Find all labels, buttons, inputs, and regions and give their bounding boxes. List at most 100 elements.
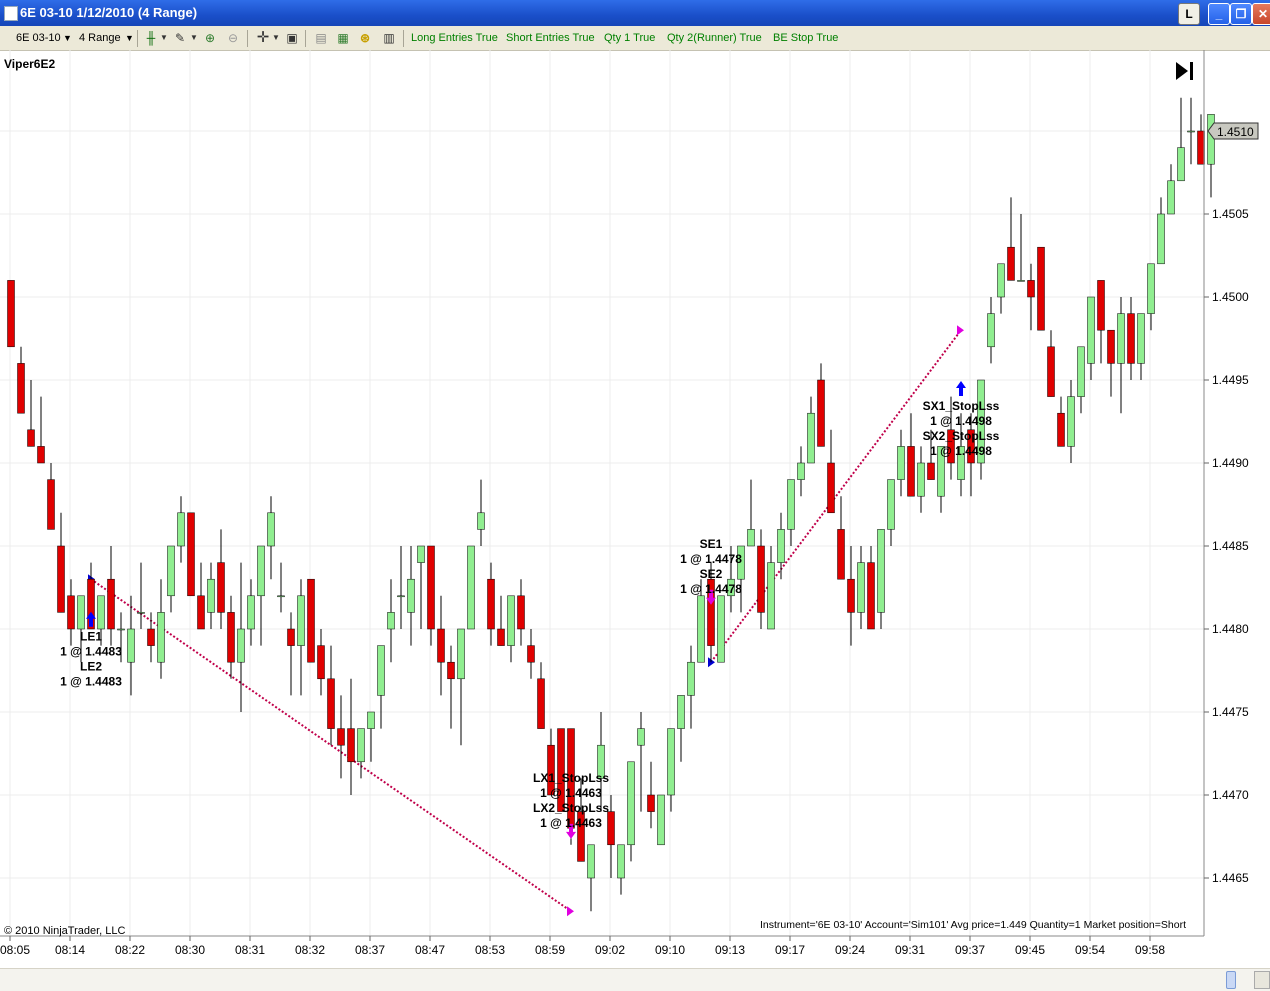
candle-body[interactable] <box>847 578 855 613</box>
candle-body[interactable] <box>927 462 935 480</box>
candle-body[interactable] <box>647 794 655 812</box>
candle-body[interactable] <box>807 412 815 464</box>
candle-body[interactable] <box>497 628 505 646</box>
candle-body[interactable] <box>447 661 455 680</box>
candle-body[interactable] <box>417 545 425 563</box>
candle-body[interactable] <box>677 695 685 729</box>
candle-body[interactable] <box>797 462 805 480</box>
candle-body[interactable] <box>877 529 885 613</box>
candle-body[interactable] <box>1027 280 1035 298</box>
candle-body[interactable] <box>1067 396 1075 447</box>
candle-body[interactable] <box>377 645 385 696</box>
candle-body[interactable] <box>387 612 395 630</box>
candle-body[interactable] <box>777 529 785 563</box>
chevron-down-icon[interactable]: ▼ <box>63 30 72 46</box>
chevron-down-icon[interactable]: ▼ <box>125 30 134 46</box>
zoom-in-icon[interactable]: ⊕ <box>202 30 218 46</box>
candle-body[interactable] <box>17 363 25 414</box>
minimize-button[interactable]: _ <box>1208 3 1230 25</box>
strategies-icon[interactable]: ⊛ <box>357 30 373 46</box>
param-be-stop[interactable]: BE Stop True <box>773 30 838 46</box>
candle-body[interactable] <box>157 612 165 663</box>
price-chart[interactable]: LE11 @ 1.4483LE21 @ 1.4483LX1_StopLss1 @… <box>0 50 1270 968</box>
chevron-down-icon[interactable]: ▼ <box>156 30 172 46</box>
candle-body[interactable] <box>907 446 915 497</box>
candle-body[interactable] <box>857 562 865 613</box>
candle-body[interactable] <box>757 545 765 613</box>
candle-body[interactable] <box>997 263 1005 298</box>
candle-body[interactable] <box>287 628 295 646</box>
candle-body[interactable] <box>617 844 625 879</box>
candle-body[interactable] <box>467 545 475 630</box>
candle-body[interactable] <box>177 512 185 547</box>
indicators-icon[interactable]: ▦ <box>335 30 351 46</box>
candle-body[interactable] <box>77 595 85 630</box>
candle-body[interactable] <box>217 562 225 613</box>
candle-body[interactable] <box>1167 180 1175 215</box>
candle-body[interactable] <box>1197 130 1205 165</box>
candle-body[interactable] <box>317 645 325 680</box>
candle-body[interactable] <box>367 711 375 729</box>
candle-body[interactable] <box>717 595 725 663</box>
candle-body[interactable] <box>257 545 265 597</box>
candle-body[interactable] <box>747 529 755 547</box>
param-long-entries[interactable]: Long Entries True <box>411 30 498 46</box>
candle-body[interactable] <box>1187 130 1195 133</box>
chevron-down-icon[interactable]: ▼ <box>268 30 284 46</box>
candle-body[interactable] <box>487 578 495 630</box>
candle-body[interactable] <box>247 595 255 630</box>
param-qty1[interactable]: Qty 1 True <box>604 30 655 46</box>
param-short-entries[interactable]: Short Entries True <box>506 30 595 46</box>
candle-body[interactable] <box>207 578 215 613</box>
candle-body[interactable] <box>267 512 275 547</box>
candle-body[interactable] <box>917 462 925 497</box>
candle-body[interactable] <box>227 612 235 663</box>
candle-body[interactable] <box>107 578 115 630</box>
candle-body[interactable] <box>167 545 175 597</box>
candle-body[interactable] <box>1207 114 1215 165</box>
candle-body[interactable] <box>97 595 105 630</box>
candle-body[interactable] <box>37 446 45 464</box>
maximize-button[interactable]: ❐ <box>1230 3 1252 25</box>
candle-body[interactable] <box>67 595 75 630</box>
candle-body[interactable] <box>1047 346 1055 397</box>
candle-body[interactable] <box>117 628 125 631</box>
scroll-right-button[interactable] <box>1254 971 1270 989</box>
candle-body[interactable] <box>427 545 435 630</box>
candle-body[interactable] <box>407 578 415 613</box>
candle-body[interactable] <box>1147 263 1155 314</box>
candle-body[interactable] <box>627 761 635 846</box>
instrument-selector[interactable]: 6E 03-10 <box>16 30 61 46</box>
chevron-down-icon[interactable]: ▼ <box>186 30 202 46</box>
candle-body[interactable] <box>347 728 355 763</box>
candle-body[interactable] <box>307 578 315 663</box>
candle-body[interactable] <box>537 678 545 729</box>
candle-body[interactable] <box>1057 412 1065 447</box>
candle-body[interactable] <box>1107 329 1115 364</box>
candle-body[interactable] <box>47 479 55 530</box>
candle-body[interactable] <box>1077 346 1085 397</box>
candle-body[interactable] <box>637 728 645 746</box>
candle-body[interactable] <box>587 844 595 879</box>
candle-body[interactable] <box>437 628 445 663</box>
data-box-icon[interactable]: ▥ <box>381 30 397 46</box>
candle-body[interactable] <box>1117 313 1125 364</box>
candle-body[interactable] <box>7 280 15 348</box>
candle-body[interactable] <box>897 446 905 480</box>
candle-body[interactable] <box>1157 213 1165 265</box>
candle-body[interactable] <box>697 595 705 663</box>
candle-body[interactable] <box>787 479 795 530</box>
jump-to-end-button[interactable] <box>1176 62 1193 80</box>
candle-body[interactable] <box>507 595 515 646</box>
close-button[interactable]: ✕ <box>1252 3 1270 25</box>
candle-body[interactable] <box>297 595 305 646</box>
candle-body[interactable] <box>27 429 35 447</box>
candle-body[interactable] <box>987 313 995 348</box>
candle-body[interactable] <box>827 462 835 514</box>
candle-body[interactable] <box>397 595 405 598</box>
horizontal-scrollbar[interactable] <box>0 968 1270 991</box>
candle-body[interactable] <box>277 595 285 598</box>
candle-body[interactable] <box>1137 313 1145 364</box>
period-selector[interactable]: 4 Range <box>79 30 121 46</box>
link-button[interactable]: L <box>1178 3 1200 25</box>
